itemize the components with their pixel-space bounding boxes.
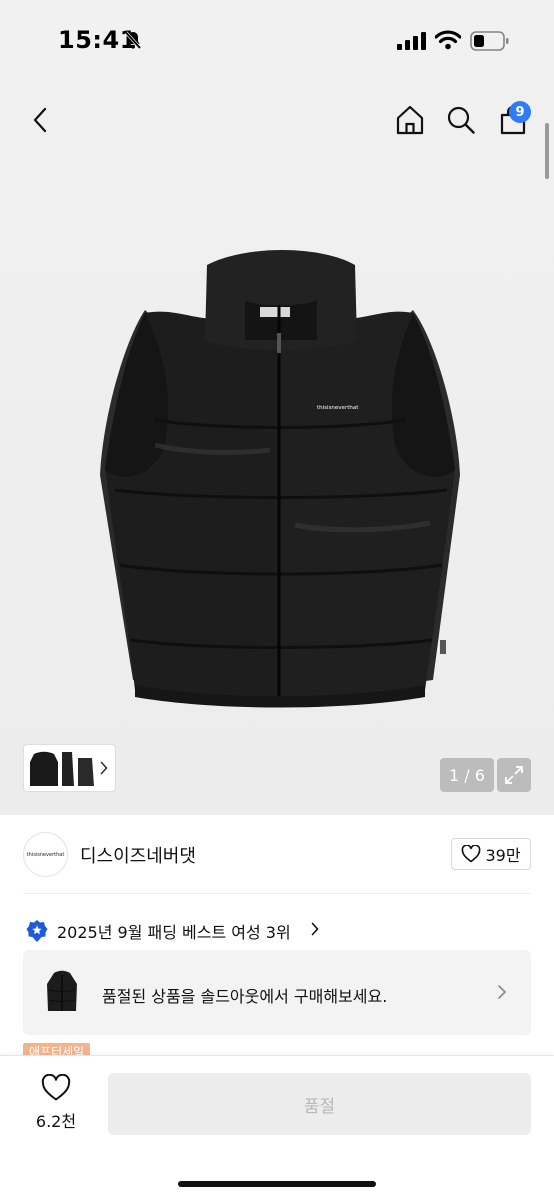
search-icon xyxy=(447,106,475,134)
search-button[interactable] xyxy=(441,100,481,140)
soldout-banner[interactable]: 품절된 상품을 솔드아웃에서 구매해보세요. xyxy=(23,950,531,1035)
brand-like-button[interactable]: 39만 xyxy=(451,838,531,870)
gallery-thumbnail[interactable] xyxy=(23,744,116,792)
product-gallery[interactable]: 15:41 9 thisisneverthat 1 / 6 xyxy=(0,0,554,815)
status-bar: 15:41 xyxy=(0,0,554,84)
brand-like-count: 39만 xyxy=(485,846,521,865)
bell-off-icon xyxy=(124,31,142,50)
scrollbar[interactable] xyxy=(545,123,549,179)
home-indicator xyxy=(178,1181,376,1187)
product-image: thisisneverthat xyxy=(100,250,460,708)
heart-icon xyxy=(41,1073,71,1101)
brand-name[interactable]: 디스이즈네버댓 xyxy=(80,842,196,868)
wishlist-button[interactable]: 6.2천 xyxy=(30,1073,82,1132)
signal-icon xyxy=(397,32,426,50)
divider xyxy=(23,893,531,894)
home-icon xyxy=(396,105,424,135)
soldout-product-thumbnail xyxy=(47,970,77,1011)
soldout-message: 품절된 상품을 솔드아웃에서 구매해보세요. xyxy=(102,987,388,1006)
chevron-right-icon xyxy=(100,761,108,775)
expand-button[interactable] xyxy=(497,758,531,792)
chevron-right-icon xyxy=(311,922,319,936)
thumbnail-image xyxy=(30,751,94,786)
ranking-link[interactable]: 2025년 9월 패딩 베스트 여성 3위 xyxy=(57,919,291,943)
battery-icon xyxy=(470,31,509,51)
cart-count-badge: 9 xyxy=(509,101,531,123)
brand-logo[interactable]: thisisneverthat xyxy=(23,832,68,877)
wifi-icon xyxy=(435,30,461,50)
ranking-badge-icon xyxy=(26,920,48,942)
heart-icon xyxy=(462,845,481,863)
wishlist-count: 6.2천 xyxy=(35,1112,77,1131)
soldout-button[interactable]: 품절 xyxy=(108,1073,531,1135)
product-logo-text: thisisneverthat xyxy=(317,405,359,411)
expand-icon xyxy=(505,766,523,784)
chevron-right-icon xyxy=(498,985,507,999)
image-counter: 1 / 6 xyxy=(440,758,494,792)
chevron-left-icon xyxy=(33,107,47,133)
back-button[interactable] xyxy=(22,100,58,140)
brand-logo-text: thisisneverthat xyxy=(26,851,65,858)
home-button[interactable] xyxy=(390,100,430,140)
